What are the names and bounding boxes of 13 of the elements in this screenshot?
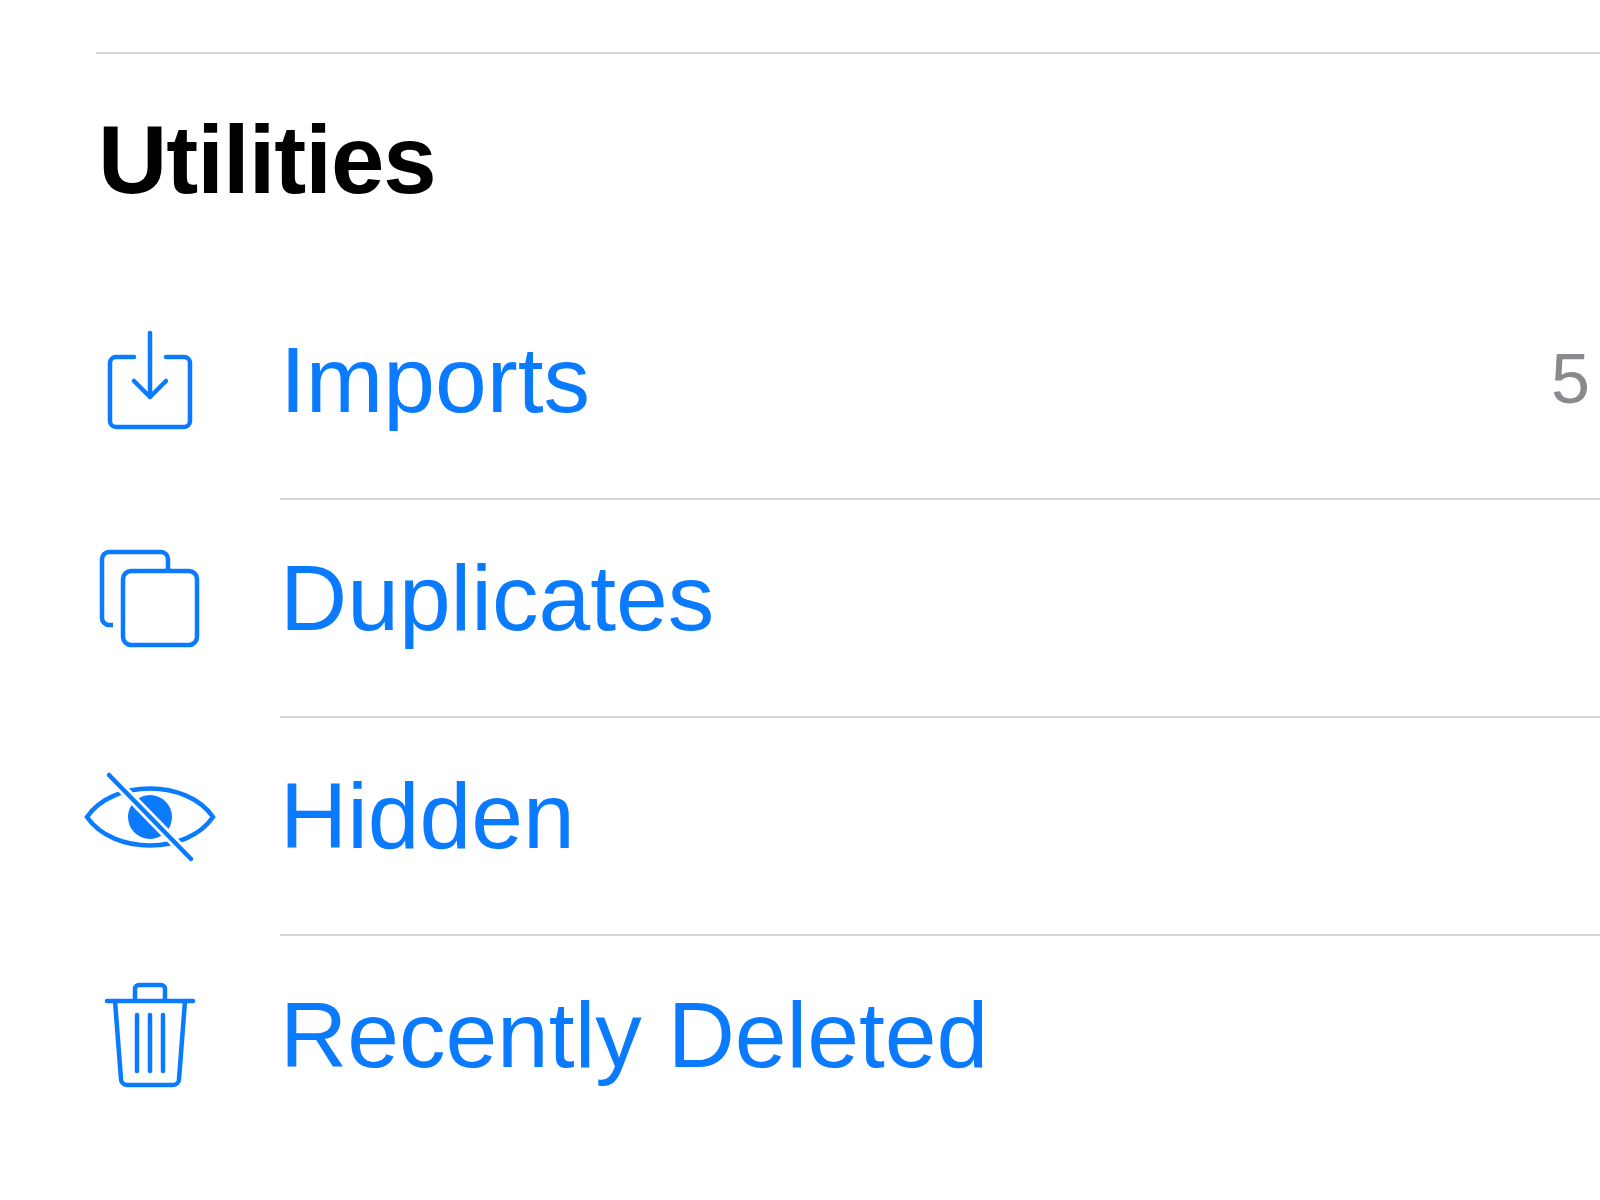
item-count: 5 xyxy=(1551,339,1591,421)
eye-slash-icon xyxy=(83,771,217,863)
list-row[interactable]: Recently Deleted xyxy=(0,936,1600,1154)
row-label: Hidden xyxy=(280,762,575,870)
section-title: Utilities xyxy=(98,112,437,208)
list-row[interactable]: Hidden xyxy=(0,718,1600,936)
row-label: Recently Deleted xyxy=(280,981,989,1089)
trash-icon xyxy=(103,981,197,1089)
row-label: Duplicates xyxy=(280,544,715,652)
row-label: Imports xyxy=(280,326,591,434)
list-row[interactable]: Imports 5 xyxy=(0,282,1600,500)
list-row[interactable]: Duplicates xyxy=(0,500,1600,718)
duplicate-squares-icon xyxy=(99,549,201,649)
